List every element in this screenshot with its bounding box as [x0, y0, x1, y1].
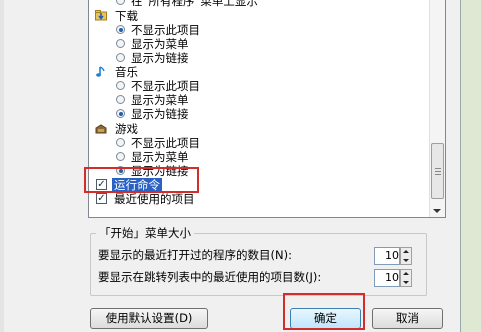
cancel-button[interactable]: 取消 — [372, 308, 443, 329]
download-folder-icon — [95, 10, 107, 21]
jump-list-spinner[interactable] — [400, 269, 412, 287]
list-item-label: 显示为菜单 — [131, 93, 189, 107]
list-item-label: 最近使用的项目 — [114, 192, 195, 206]
spin-down-icon[interactable] — [403, 259, 409, 262]
radio-button[interactable] — [116, 81, 125, 90]
list-item[interactable]: 不显示此项目 — [89, 23, 419, 37]
checkbox[interactable]: ✓ — [96, 193, 107, 204]
list-item[interactable]: 显示为链接 — [89, 107, 419, 121]
group-title: 「开始」菜单大小 — [96, 225, 194, 241]
music-note-icon — [96, 66, 105, 77]
list-category: 音乐 — [89, 65, 419, 79]
radio-button[interactable] — [116, 152, 125, 161]
radio-button[interactable] — [116, 39, 125, 48]
radio-button[interactable] — [116, 53, 125, 62]
list-item[interactable]: 显示为菜单 — [89, 150, 419, 164]
vertical-scrollbar[interactable] — [429, 0, 445, 217]
recent-programs-spinner[interactable] — [400, 247, 412, 265]
jump-list-label: 要显示在跳转列表中的最近使用的项目数(J): — [98, 270, 322, 284]
radio-button[interactable] — [116, 25, 125, 34]
category-title: 游戏 — [115, 122, 138, 136]
list-item[interactable]: 显示为菜单 — [89, 37, 419, 51]
list-item-label: 显示为链接 — [131, 51, 189, 65]
scroll-down-arrow-icon[interactable] — [433, 209, 441, 213]
list-item-label: 不显示此项目 — [131, 23, 200, 37]
background-window-edge — [460, 0, 481, 332]
radio-button[interactable] — [116, 138, 125, 147]
list-item-label: 不显示此项目 — [131, 136, 200, 150]
list-item[interactable]: 在“所有程序”菜单上显示 — [89, 0, 419, 8]
list-item[interactable]: 不显示此项目 — [89, 79, 419, 93]
spin-down-icon[interactable] — [403, 281, 409, 284]
list-item-label: 显示为链接 — [131, 107, 189, 121]
annotation-box — [283, 293, 365, 330]
games-icon — [95, 124, 107, 134]
radio-button[interactable] — [116, 109, 125, 118]
recent-programs-input[interactable]: 10 — [374, 247, 400, 265]
scrollbar-thumb[interactable] — [431, 143, 444, 199]
list-item[interactable]: ✓ 最近使用的项目 — [89, 192, 419, 206]
window-edge — [0, 0, 4, 332]
spin-up-icon[interactable] — [403, 272, 409, 275]
recent-programs-label: 要显示的最近打开过的程序的数目(N): — [98, 248, 292, 262]
jump-list-input[interactable]: 10 — [374, 269, 400, 287]
list-item-label: 显示为菜单 — [131, 37, 189, 51]
category-title: 音乐 — [115, 65, 138, 79]
radio-button[interactable] — [116, 0, 125, 5]
list-item-label: 不显示此项目 — [131, 79, 200, 93]
use-defaults-button[interactable]: 使用默认设置(D) — [90, 308, 208, 329]
annotation-box — [84, 167, 199, 193]
list-item-label: 显示为菜单 — [131, 150, 189, 164]
list-item[interactable]: 显示为菜单 — [89, 93, 419, 107]
list-category: 游戏 — [89, 122, 419, 136]
spin-up-icon[interactable] — [403, 250, 409, 253]
list-item-label: 在“所有程序”菜单上显示 — [131, 0, 258, 8]
category-title: 下载 — [115, 9, 138, 23]
list-item[interactable]: 不显示此项目 — [89, 136, 419, 150]
list-category: 下载 — [89, 9, 419, 23]
list-item[interactable]: 显示为链接 — [89, 51, 419, 65]
radio-button[interactable] — [116, 95, 125, 104]
